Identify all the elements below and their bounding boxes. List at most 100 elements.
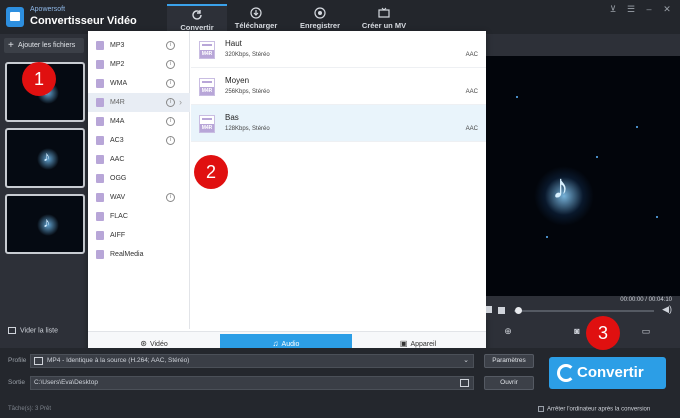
info-icon[interactable]: i — [166, 98, 175, 107]
play-icon[interactable] — [486, 306, 492, 313]
annotation-badge-2: 2 — [194, 155, 228, 189]
output-label: Sortie — [8, 379, 25, 386]
format-item-aac[interactable]: AAC — [88, 150, 190, 169]
format-label: FLAC — [110, 213, 128, 220]
status-text: Tâche(s): 3 Prêt — [8, 406, 52, 412]
format-item-ogg[interactable]: OGG — [88, 169, 190, 188]
quality-desc: 128Kbps, Stéréo — [225, 126, 270, 132]
plus-icon: + — [8, 40, 14, 51]
app-brand: Apowersoft — [30, 6, 66, 13]
annotation-badge-3: 3 — [586, 316, 620, 350]
sparkle — [656, 216, 658, 218]
tab-download[interactable]: Télécharger — [226, 4, 286, 34]
quality-desc: 256Kbps, Stéréo — [225, 89, 270, 95]
camera-icon[interactable]: ◙ — [571, 326, 583, 338]
seek-slider[interactable] — [514, 310, 654, 312]
quality-item-high[interactable]: M4R Haut 320Kbps, Stéréo AAC — [191, 31, 486, 68]
tab-video-label: Vidéo — [149, 341, 168, 348]
format-item-ac3[interactable]: AC3 i — [88, 131, 190, 150]
format-label: WMA — [110, 80, 128, 87]
zoom-icon[interactable]: ⊕ — [502, 326, 514, 338]
profile-select[interactable]: MP4 - Identique à la source (H.264; AAC,… — [30, 354, 474, 368]
m4r-file-icon: M4R — [199, 41, 215, 59]
playback-time: 00:00:00 / 00:04:10 — [620, 297, 672, 303]
info-icon[interactable]: i — [166, 117, 175, 126]
video-thumbnail[interactable]: ♪ — [5, 128, 85, 188]
info-icon[interactable]: i — [166, 136, 175, 145]
format-label: AC3 — [110, 137, 124, 144]
settings-icon[interactable]: ☰ — [626, 4, 636, 14]
tab-create-mv[interactable]: Créer un MV — [354, 4, 414, 34]
audio-file-icon — [96, 98, 104, 107]
music-note-icon: ♪ — [43, 214, 50, 230]
format-item-aiff[interactable]: AIFF — [88, 226, 190, 245]
audio-file-icon — [96, 136, 104, 145]
video-thumbnail[interactable]: ♪ — [5, 194, 85, 254]
minimize-icon[interactable]: – — [644, 4, 654, 14]
quality-name: Haut — [225, 39, 242, 48]
volume-icon[interactable]: ◀) — [662, 304, 672, 315]
m4r-file-icon-label: M4R — [200, 124, 214, 132]
sparkle — [636, 126, 638, 128]
tab-convert[interactable]: Convertir — [167, 4, 227, 34]
close-icon[interactable]: ✕ — [662, 4, 672, 14]
format-label: M4A — [110, 118, 125, 125]
convert-button[interactable]: Convertir — [549, 357, 666, 389]
audio-file-icon — [96, 212, 104, 221]
format-item-m4r[interactable]: M4R i › — [88, 93, 190, 112]
open-button[interactable]: Ouvrir — [484, 376, 534, 390]
info-icon[interactable]: i — [166, 193, 175, 202]
format-item-wav[interactable]: WAV i — [88, 188, 190, 207]
clear-list-button[interactable]: Vider la liste — [8, 327, 58, 334]
cart-icon[interactable]: ⊻ — [608, 4, 618, 14]
quality-item-low[interactable]: M4R Bas 128Kbps, Stéréo AAC — [191, 105, 486, 142]
clear-list-label: Vider la liste — [20, 327, 59, 335]
quality-name: Moyen — [225, 76, 250, 85]
record-icon — [314, 7, 326, 19]
browse-folder-icon[interactable] — [460, 379, 469, 387]
quality-item-medium[interactable]: M4R Moyen 256Kbps, Stéréo AAC — [191, 68, 486, 105]
format-item-mp2[interactable]: MP2 i — [88, 55, 190, 74]
chevron-right-icon: › — [179, 97, 182, 107]
app-title: Convertisseur Vidéo — [30, 15, 137, 27]
format-label: AAC — [110, 156, 125, 163]
audio-file-icon — [96, 60, 104, 69]
video-preview: ♪ — [486, 56, 680, 296]
music-note-icon: ♪ — [43, 148, 50, 164]
info-icon[interactable]: i — [166, 79, 175, 88]
shutdown-checkbox[interactable] — [538, 406, 544, 412]
quality-name: Bas — [225, 113, 239, 122]
audio-file-icon — [96, 155, 104, 164]
download-icon — [250, 7, 262, 19]
format-item-wma[interactable]: WMA i — [88, 74, 190, 93]
format-item-realmedia[interactable]: RealMedia — [88, 245, 190, 264]
add-files-button[interactable]: + Ajouter les fichiers — [4, 38, 84, 53]
seek-handle[interactable] — [515, 307, 522, 314]
quality-list: M4R Haut 320Kbps, Stéréo AAC M4R Moyen 2… — [191, 31, 486, 329]
info-icon[interactable]: i — [166, 41, 175, 50]
tab-record[interactable]: Enregistrer — [290, 4, 350, 34]
folder-icon[interactable]: ▭ — [640, 326, 652, 338]
chevron-down-icon: ⌄ — [463, 357, 469, 364]
format-label: M4R — [110, 99, 125, 106]
refresh-icon — [557, 364, 575, 382]
player-controls: 00:00:00 / 00:04:10 ◀) — [486, 296, 680, 320]
format-item-m4a[interactable]: M4A i — [88, 112, 190, 131]
m4r-file-icon: M4R — [199, 78, 215, 96]
output-path-field[interactable]: C:\Users\Eva\Desktop — [30, 376, 474, 390]
format-item-mp3[interactable]: MP3 i — [88, 36, 190, 55]
profile-label: Profile — [8, 357, 27, 364]
tab-create-mv-label: Créer un MV — [361, 21, 407, 30]
format-label: MP3 — [110, 42, 125, 49]
info-icon[interactable]: i — [166, 60, 175, 69]
format-item-flac[interactable]: FLAC — [88, 207, 190, 226]
output-path-value: C:\Users\Eva\Desktop — [34, 379, 98, 386]
shutdown-option[interactable]: Arrêter l'ordinateur après la conversion — [538, 406, 650, 413]
stop-icon[interactable] — [498, 307, 505, 314]
sparkle — [546, 236, 548, 238]
settings-button[interactable]: Paramètres — [484, 354, 534, 368]
quality-desc: 320Kbps, Stéréo — [225, 52, 270, 58]
tv-icon — [378, 7, 390, 18]
m4r-file-icon: M4R — [199, 115, 215, 133]
title-bar: Apowersoft Convertisseur Vidéo Convertir… — [0, 0, 680, 34]
